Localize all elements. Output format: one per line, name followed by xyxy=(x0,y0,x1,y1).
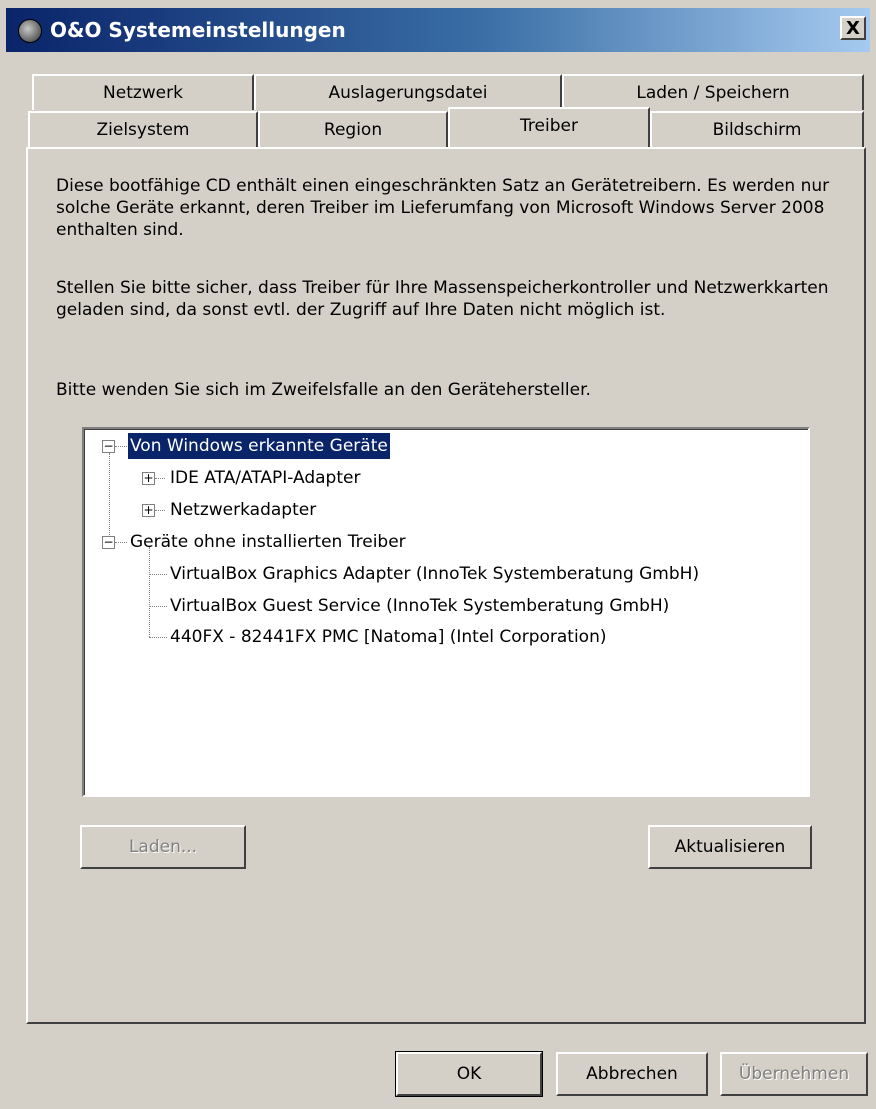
close-button[interactable]: X xyxy=(840,16,866,40)
tab-auslagerungsdatei[interactable]: Auslagerungsdatei xyxy=(254,74,562,110)
expand-icon[interactable]: + xyxy=(142,472,155,485)
collapse-icon[interactable]: − xyxy=(102,440,115,453)
tab-zielsystem[interactable]: Zielsystem xyxy=(28,111,258,147)
settings-dialog: O&O Systemeinstellungen X Netzwerk Ausla… xyxy=(0,0,876,1109)
tab-region[interactable]: Region xyxy=(258,111,448,147)
tree-line xyxy=(115,446,127,447)
tab-panel-treiber: Diese bootfähige CD enthält einen einges… xyxy=(26,147,866,1024)
apply-button[interactable]: Übernehmen xyxy=(720,1052,868,1096)
tree-node-device[interactable]: VirtualBox Guest Service (InnoTek System… xyxy=(168,593,671,619)
tab-treiber[interactable]: Treiber xyxy=(448,107,650,147)
tree-line xyxy=(109,453,110,547)
tree-node-ide-adapter[interactable]: IDE ATA/ATAPI-Adapter xyxy=(168,465,362,491)
tab-netzwerk[interactable]: Netzwerk xyxy=(32,74,254,110)
window-title: O&O Systemeinstellungen xyxy=(50,18,346,42)
cancel-button[interactable]: Abbrechen xyxy=(556,1052,708,1096)
tab-laden-speichern[interactable]: Laden / Speichern xyxy=(562,74,864,110)
tree-line xyxy=(115,542,127,543)
driver-tree[interactable]: − Von Windows erkannte Geräte + IDE ATA/… xyxy=(82,427,810,797)
tree-node-recognized-devices[interactable]: Von Windows erkannte Geräte xyxy=(128,433,390,459)
tab-bildschirm[interactable]: Bildschirm xyxy=(650,111,864,147)
app-icon xyxy=(18,19,42,43)
tree-node-device[interactable]: VirtualBox Graphics Adapter (InnoTek Sys… xyxy=(168,561,701,587)
info-paragraph-3: Bitte wenden Sie sich im Zweifelsfalle a… xyxy=(56,380,591,400)
title-bar[interactable]: O&O Systemeinstellungen X xyxy=(6,8,870,52)
tree-line xyxy=(149,574,167,575)
tree-line xyxy=(149,606,167,607)
tree-line xyxy=(149,547,150,637)
refresh-button[interactable]: Aktualisieren xyxy=(648,825,812,869)
tree-line xyxy=(155,510,165,511)
load-driver-button[interactable]: Laden... xyxy=(80,825,246,869)
info-paragraph-2: Stellen Sie bitte sicher, dass Treiber f… xyxy=(56,278,829,320)
info-paragraph-1: Diese bootfähige CD enthält einen einges… xyxy=(56,176,830,240)
tree-node-network-adapter[interactable]: Netzwerkadapter xyxy=(168,497,318,523)
expand-icon[interactable]: + xyxy=(142,504,155,517)
ok-button[interactable]: OK xyxy=(395,1051,543,1097)
tree-line xyxy=(155,478,165,479)
tree-line xyxy=(149,637,167,638)
collapse-icon[interactable]: − xyxy=(102,536,115,549)
tree-node-uninstalled-devices[interactable]: Geräte ohne installierten Treiber xyxy=(128,529,408,555)
tree-node-device[interactable]: 440FX - 82441FX PMC [Natoma] (Intel Corp… xyxy=(168,624,609,650)
